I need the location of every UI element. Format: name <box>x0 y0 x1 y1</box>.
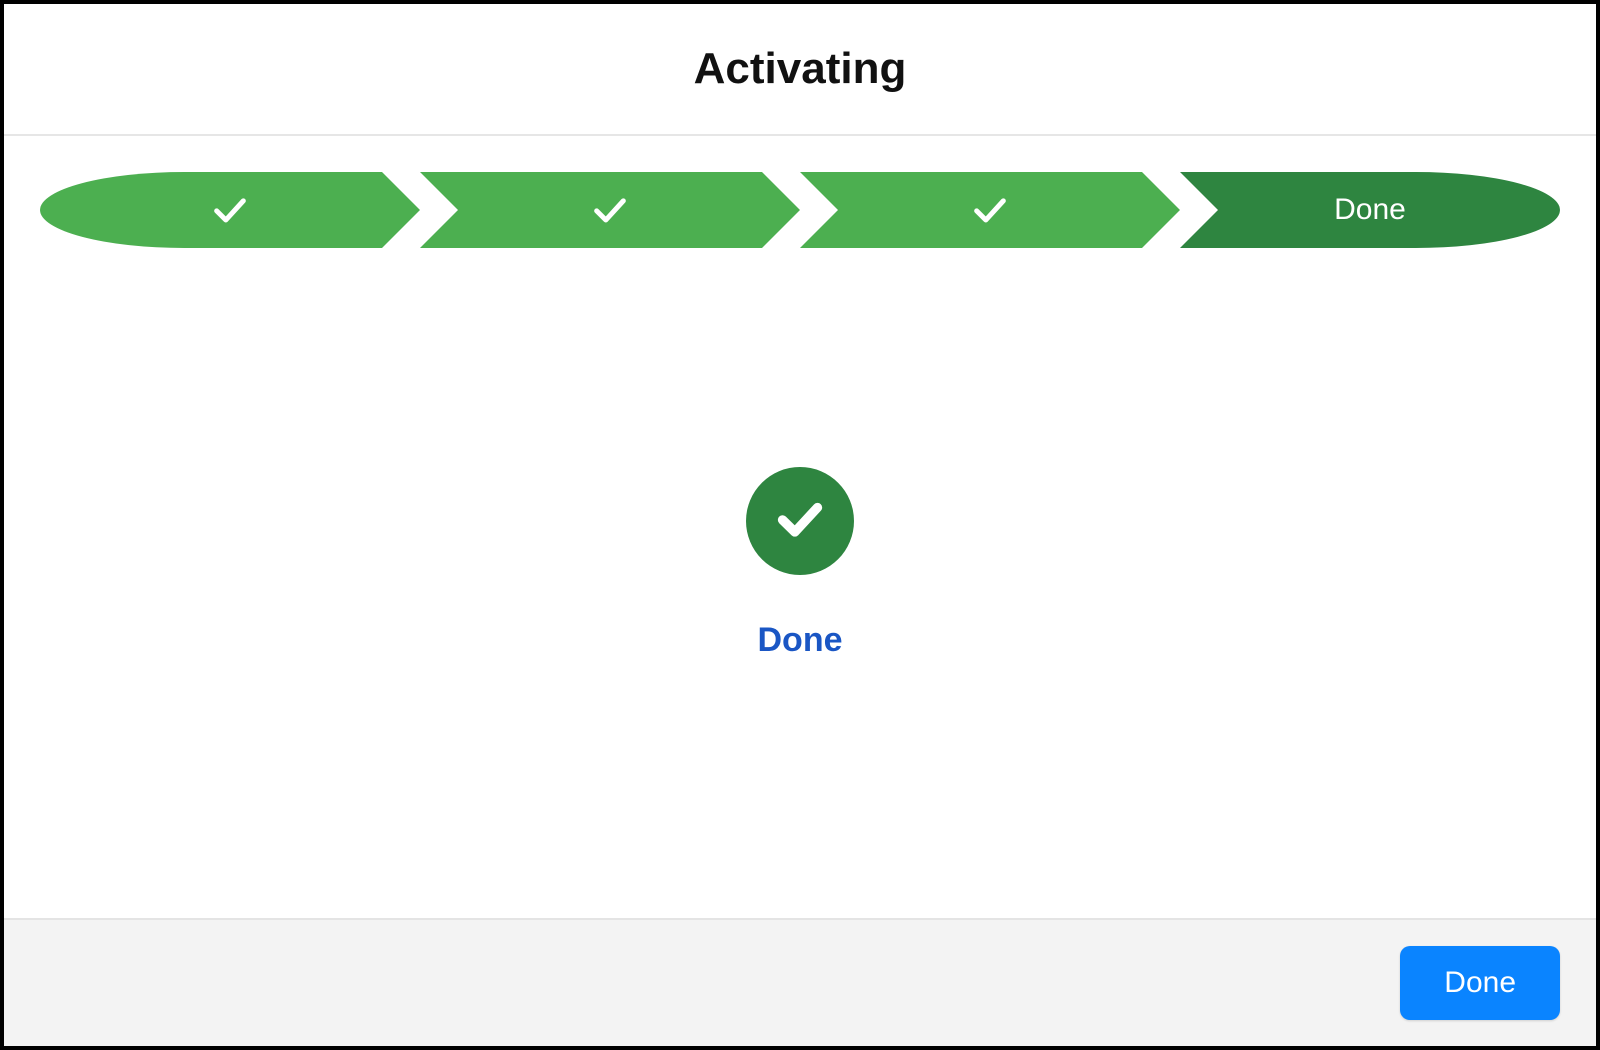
check-icon <box>970 190 1010 230</box>
status-label: Done <box>758 621 843 660</box>
progress-step-label: Done <box>1334 193 1406 227</box>
check-icon <box>772 490 828 551</box>
done-button[interactable]: Done <box>1400 946 1560 1020</box>
progress-step-1 <box>40 172 420 248</box>
progress-step-3 <box>800 172 1180 248</box>
dialog-body: Done <box>4 248 1596 918</box>
progress-step-4: Done <box>1180 172 1560 248</box>
progress-step-2 <box>420 172 800 248</box>
dialog-window: Activating <box>0 0 1600 1050</box>
check-icon <box>590 190 630 230</box>
dialog-footer: Done <box>4 918 1596 1046</box>
dialog-title: Activating <box>694 44 907 94</box>
dialog-header: Activating <box>4 4 1596 136</box>
success-badge <box>746 467 854 575</box>
progress-stepper-container: Done <box>4 136 1596 248</box>
check-icon <box>210 190 250 230</box>
progress-stepper: Done <box>40 172 1560 248</box>
